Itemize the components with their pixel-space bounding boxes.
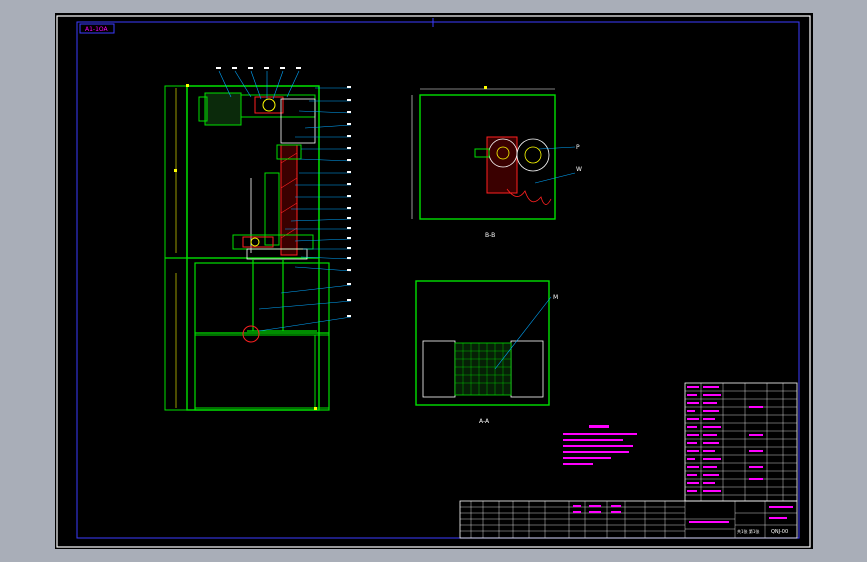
main-assembly-view[interactable] bbox=[164, 67, 352, 411]
front-leader-m bbox=[494, 296, 552, 370]
side-view-title: B-B bbox=[485, 232, 495, 239]
dim-tick-bottom bbox=[314, 407, 317, 410]
assembly-drawing: A1-1OA P W B-B M A-A QNJ-00 共1张 第1张 bbox=[56, 15, 811, 548]
cad-viewer: A1-1OA P W B-B M A-A QNJ-00 共1张 第1张 bbox=[0, 0, 867, 562]
sheet-text: 共1张 第1张 bbox=[737, 528, 759, 534]
front-view[interactable]: M A-A bbox=[415, 280, 558, 425]
lower-panel bbox=[194, 334, 316, 409]
front-view-title: A-A bbox=[479, 418, 490, 425]
side-wheel-right-inner bbox=[524, 146, 542, 164]
parts-list-frame bbox=[684, 382, 798, 502]
tag-w: W bbox=[576, 166, 582, 173]
parts-list-rows bbox=[685, 383, 797, 501]
top-right-box bbox=[280, 98, 316, 144]
title-block-marks bbox=[573, 505, 793, 523]
lower-gear bbox=[250, 237, 260, 247]
side-wheel-right bbox=[516, 138, 550, 172]
detail-circle[interactable] bbox=[242, 325, 260, 343]
guide-rail bbox=[264, 172, 280, 246]
dim-tick-left bbox=[174, 169, 177, 172]
side-leader-p bbox=[538, 146, 576, 150]
front-right-housing bbox=[510, 340, 544, 398]
tag-p: P bbox=[576, 144, 580, 151]
side-door bbox=[314, 334, 330, 409]
side-dim-tick bbox=[484, 86, 487, 89]
right-balloon-ticks bbox=[347, 86, 351, 317]
drawing-canvas[interactable]: A1-1OA P W B-B M A-A QNJ-00 共1张 第1张 bbox=[55, 13, 813, 549]
drawing-number: QNJ-00 bbox=[771, 529, 788, 535]
tag-m: M bbox=[553, 294, 558, 301]
parts-list[interactable] bbox=[684, 382, 798, 502]
dim-tick-top bbox=[186, 84, 189, 87]
cabinet-outline bbox=[186, 85, 320, 411]
top-balloon-ticks bbox=[216, 67, 301, 69]
top-gearbox bbox=[240, 94, 316, 118]
top-gear bbox=[262, 98, 276, 112]
front-left-housing bbox=[422, 340, 456, 398]
lower-chamber bbox=[194, 262, 330, 411]
technical-notes bbox=[563, 425, 637, 465]
title-block[interactable]: QNJ-00 共1张 第1张 bbox=[459, 500, 798, 539]
sheet-tag: A1-1OA bbox=[85, 26, 109, 33]
right-leaders bbox=[258, 87, 352, 332]
side-view[interactable]: P W B-B bbox=[411, 86, 582, 239]
motor-body bbox=[204, 92, 242, 126]
inner-frame bbox=[76, 21, 800, 539]
